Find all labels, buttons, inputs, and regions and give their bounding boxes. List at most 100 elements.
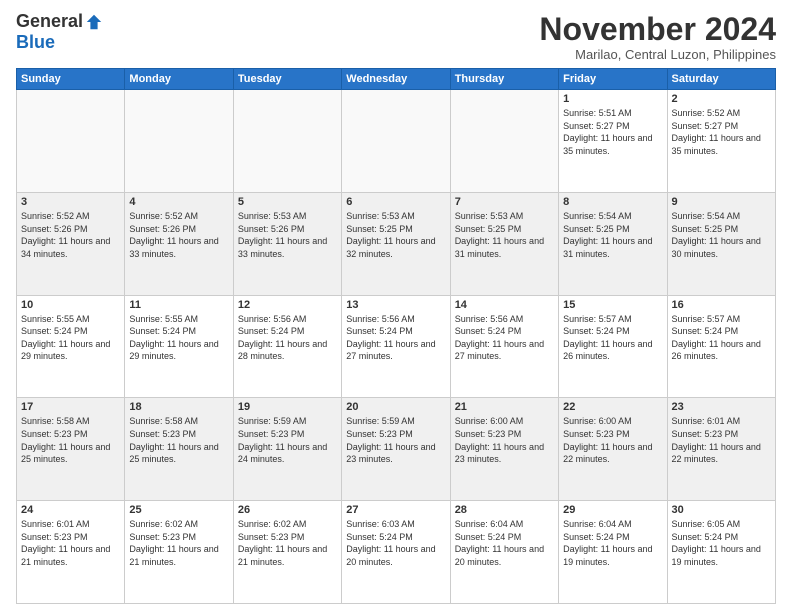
- table-row: 10Sunrise: 5:55 AM Sunset: 5:24 PM Dayli…: [17, 295, 125, 398]
- day-info: Sunrise: 5:56 AM Sunset: 5:24 PM Dayligh…: [238, 313, 337, 363]
- day-info: Sunrise: 6:05 AM Sunset: 5:24 PM Dayligh…: [672, 518, 771, 568]
- day-info: Sunrise: 5:55 AM Sunset: 5:24 PM Dayligh…: [129, 313, 228, 363]
- table-row: 5 Sunrise: 5:53 AM Sunset: 5:26 PM Daylig…: [233, 192, 341, 295]
- day-info: Sunrise: 5:53 AM Sunset: 5:26 PM Dayligh…: [238, 210, 337, 260]
- day-number: 4: [129, 196, 228, 208]
- day-number: 16: [672, 299, 771, 311]
- header: General Blue November 2024 Marilao, Cent…: [16, 12, 776, 62]
- day-info: Sunrise: 6:02 AM Sunset: 5:23 PM Dayligh…: [238, 518, 337, 568]
- table-row: 17 Sunrise: 5:58 AM Sunset: 5:23 PM Dayli…: [17, 398, 125, 501]
- table-row: 24 Sunrise: 6:01 AM Sunset: 5:23 PM Dayli…: [17, 501, 125, 604]
- table-row: 2 Sunrise: 5:52 AM Sunset: 5:27 PM Daylig…: [667, 90, 775, 193]
- header-monday: Monday: [125, 69, 233, 90]
- table-row: 3Sunrise: 5:52 AM Sunset: 5:26 PM Daylig…: [17, 192, 125, 295]
- day-info: Sunrise: 5:52 AM Sunset: 5:26 PM Dayligh…: [129, 210, 228, 260]
- table-row: 20 Sunrise: 5:59 AM Sunset: 5:23 PM Dayli…: [342, 398, 450, 501]
- day-info: Sunrise: 5:54 AM Sunset: 5:25 PM Dayligh…: [563, 210, 662, 260]
- table-row: 21Sunrise: 6:00 AM Sunset: 5:23 PM Dayli…: [450, 398, 558, 501]
- day-number: 21: [455, 401, 554, 413]
- table-row: 16 Sunrise: 5:57 AM Sunset: 5:24 PM Dayli…: [667, 295, 775, 398]
- header-sunday: Sunday: [17, 69, 125, 90]
- table-row: 23Sunrise: 6:01 AM Sunset: 5:23 PM Dayli…: [667, 398, 775, 501]
- table-row: 27 Sunrise: 6:03 AM Sunset: 5:24 PM Dayli…: [342, 501, 450, 604]
- logo-icon: [85, 13, 103, 31]
- table-row: 29 Sunrise: 6:04 AM Sunset: 5:24 PM Dayli…: [559, 501, 667, 604]
- table-row: [450, 90, 558, 193]
- table-row: 12 Sunrise: 5:56 AM Sunset: 5:24 PM Dayli…: [233, 295, 341, 398]
- table-row: 4 Sunrise: 5:52 AM Sunset: 5:26 PM Daylig…: [125, 192, 233, 295]
- day-number: 17: [21, 401, 120, 413]
- day-info: Sunrise: 5:59 AM Sunset: 5:23 PM Dayligh…: [238, 415, 337, 465]
- table-row: 11 Sunrise: 5:55 AM Sunset: 5:24 PM Dayli…: [125, 295, 233, 398]
- table-row: 18 Sunrise: 5:58 AM Sunset: 5:23 PM Dayli…: [125, 398, 233, 501]
- logo: General Blue: [16, 12, 103, 53]
- day-number: 25: [129, 504, 228, 516]
- table-row: [342, 90, 450, 193]
- header-thursday: Thursday: [450, 69, 558, 90]
- day-info: Sunrise: 6:04 AM Sunset: 5:24 PM Dayligh…: [455, 518, 554, 568]
- header-friday: Friday: [559, 69, 667, 90]
- table-row: [125, 90, 233, 193]
- day-number: 15: [563, 299, 662, 311]
- day-number: 27: [346, 504, 445, 516]
- day-info: Sunrise: 6:03 AM Sunset: 5:24 PM Dayligh…: [346, 518, 445, 568]
- calendar-week-row: 17 Sunrise: 5:58 AM Sunset: 5:23 PM Dayli…: [17, 398, 776, 501]
- month-title: November 2024: [539, 12, 776, 47]
- day-info: Sunrise: 6:01 AM Sunset: 5:23 PM Dayligh…: [672, 415, 771, 465]
- day-number: 13: [346, 299, 445, 311]
- day-info: Sunrise: 5:52 AM Sunset: 5:27 PM Dayligh…: [672, 107, 771, 157]
- day-number: 11: [129, 299, 228, 311]
- calendar-table: Sunday Monday Tuesday Wednesday Thursday…: [16, 68, 776, 604]
- table-row: 1Sunrise: 5:51 AM Sunset: 5:27 PM Daylig…: [559, 90, 667, 193]
- day-info: Sunrise: 5:57 AM Sunset: 5:24 PM Dayligh…: [563, 313, 662, 363]
- day-info: Sunrise: 5:56 AM Sunset: 5:24 PM Dayligh…: [455, 313, 554, 363]
- table-row: 9 Sunrise: 5:54 AM Sunset: 5:25 PM Daylig…: [667, 192, 775, 295]
- day-number: 12: [238, 299, 337, 311]
- day-number: 28: [455, 504, 554, 516]
- table-row: 8Sunrise: 5:54 AM Sunset: 5:25 PM Daylig…: [559, 192, 667, 295]
- day-info: Sunrise: 5:58 AM Sunset: 5:23 PM Dayligh…: [21, 415, 120, 465]
- table-row: 22Sunrise: 6:00 AM Sunset: 5:23 PM Dayli…: [559, 398, 667, 501]
- day-info: Sunrise: 6:00 AM Sunset: 5:23 PM Dayligh…: [563, 415, 662, 465]
- weekday-header-row: Sunday Monday Tuesday Wednesday Thursday…: [17, 69, 776, 90]
- day-number: 24: [21, 504, 120, 516]
- day-number: 7: [455, 196, 554, 208]
- day-info: Sunrise: 5:58 AM Sunset: 5:23 PM Dayligh…: [129, 415, 228, 465]
- day-info: Sunrise: 5:59 AM Sunset: 5:23 PM Dayligh…: [346, 415, 445, 465]
- table-row: 26 Sunrise: 6:02 AM Sunset: 5:23 PM Dayli…: [233, 501, 341, 604]
- day-info: Sunrise: 5:57 AM Sunset: 5:24 PM Dayligh…: [672, 313, 771, 363]
- day-number: 26: [238, 504, 337, 516]
- logo-blue-text: Blue: [16, 32, 55, 52]
- day-info: Sunrise: 5:54 AM Sunset: 5:25 PM Dayligh…: [672, 210, 771, 260]
- day-number: 5: [238, 196, 337, 208]
- header-tuesday: Tuesday: [233, 69, 341, 90]
- table-row: 25 Sunrise: 6:02 AM Sunset: 5:23 PM Dayli…: [125, 501, 233, 604]
- day-info: Sunrise: 6:04 AM Sunset: 5:24 PM Dayligh…: [563, 518, 662, 568]
- day-number: 30: [672, 504, 771, 516]
- day-info: Sunrise: 5:56 AM Sunset: 5:24 PM Dayligh…: [346, 313, 445, 363]
- day-info: Sunrise: 6:01 AM Sunset: 5:23 PM Dayligh…: [21, 518, 120, 568]
- day-number: 29: [563, 504, 662, 516]
- day-number: 18: [129, 401, 228, 413]
- table-row: [17, 90, 125, 193]
- table-row: 30 Sunrise: 6:05 AM Sunset: 5:24 PM Dayli…: [667, 501, 775, 604]
- location: Marilao, Central Luzon, Philippines: [539, 47, 776, 62]
- calendar-week-row: 24 Sunrise: 6:01 AM Sunset: 5:23 PM Dayli…: [17, 501, 776, 604]
- table-row: 6Sunrise: 5:53 AM Sunset: 5:25 PM Daylig…: [342, 192, 450, 295]
- day-info: Sunrise: 5:55 AM Sunset: 5:24 PM Dayligh…: [21, 313, 120, 363]
- table-row: 7 Sunrise: 5:53 AM Sunset: 5:25 PM Daylig…: [450, 192, 558, 295]
- table-row: 13 Sunrise: 5:56 AM Sunset: 5:24 PM Dayli…: [342, 295, 450, 398]
- day-number: 2: [672, 93, 771, 105]
- day-number: 20: [346, 401, 445, 413]
- title-section: November 2024 Marilao, Central Luzon, Ph…: [539, 12, 776, 62]
- calendar-week-row: 1Sunrise: 5:51 AM Sunset: 5:27 PM Daylig…: [17, 90, 776, 193]
- day-info: Sunrise: 5:53 AM Sunset: 5:25 PM Dayligh…: [455, 210, 554, 260]
- day-number: 1: [563, 93, 662, 105]
- logo-general: General: [16, 12, 83, 32]
- header-wednesday: Wednesday: [342, 69, 450, 90]
- table-row: 15 Sunrise: 5:57 AM Sunset: 5:24 PM Dayli…: [559, 295, 667, 398]
- day-info: Sunrise: 5:53 AM Sunset: 5:25 PM Dayligh…: [346, 210, 445, 260]
- day-number: 9: [672, 196, 771, 208]
- table-row: 19Sunrise: 5:59 AM Sunset: 5:23 PM Dayli…: [233, 398, 341, 501]
- day-info: Sunrise: 6:02 AM Sunset: 5:23 PM Dayligh…: [129, 518, 228, 568]
